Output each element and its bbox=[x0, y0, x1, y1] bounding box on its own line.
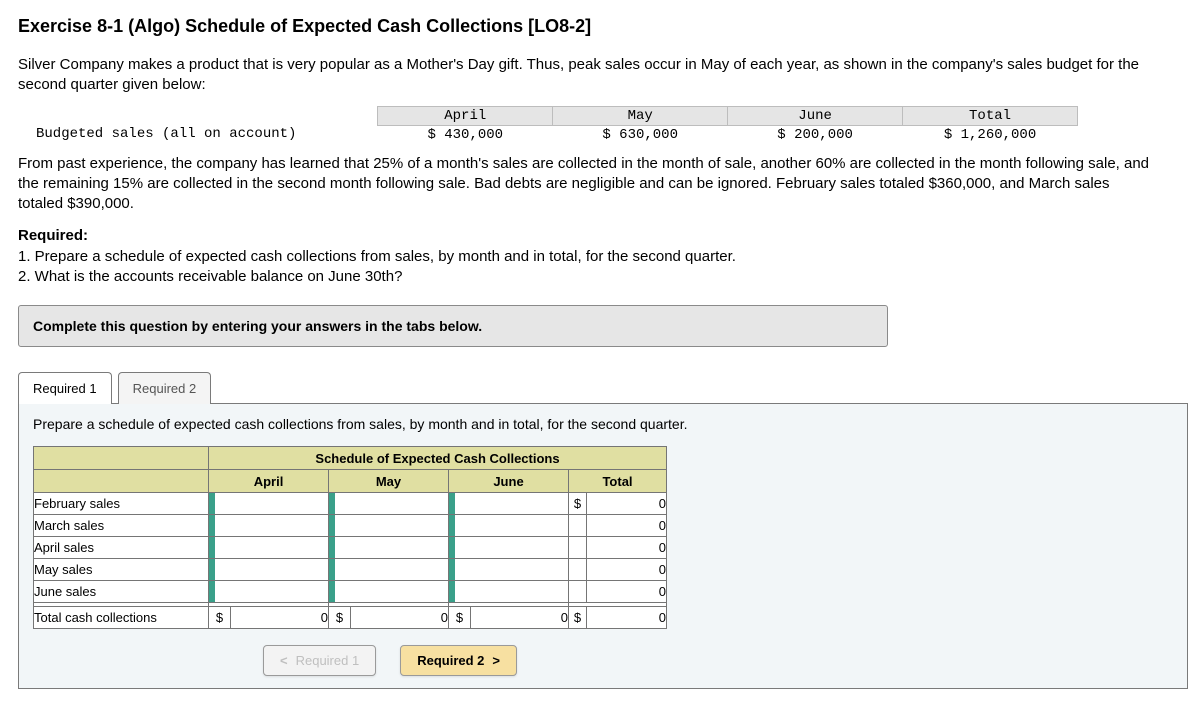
required-header: Required: bbox=[18, 226, 1182, 246]
tot-total-val: 0 bbox=[587, 607, 667, 629]
prev-button[interactable]: < Required 1 bbox=[263, 645, 376, 676]
budget-col-may: May bbox=[553, 106, 728, 125]
mar-total-cur bbox=[569, 515, 587, 537]
chevron-left-icon: < bbox=[280, 653, 288, 668]
mar-total-val: 0 bbox=[587, 515, 667, 537]
schedule-title: Schedule of Expected Cash Collections bbox=[209, 447, 667, 470]
input-feb-may[interactable] bbox=[329, 493, 449, 515]
required-item-2: 2. What is the accounts receivable balan… bbox=[18, 267, 1182, 287]
input-mar-may[interactable] bbox=[329, 515, 449, 537]
table-row: June sales 0 bbox=[34, 581, 667, 603]
schedule-col-total: Total bbox=[569, 470, 667, 493]
tab-content: Prepare a schedule of expected cash coll… bbox=[18, 403, 1188, 689]
tot-april-cur: $ bbox=[209, 607, 231, 629]
jun-total-cur bbox=[569, 581, 587, 603]
required-block: Required: 1. Prepare a schedule of expec… bbox=[18, 226, 1182, 287]
tab-required-2[interactable]: Required 2 bbox=[118, 372, 212, 404]
nav-buttons: < Required 1 Required 2 > bbox=[263, 645, 1173, 676]
budget-val-june: $ 200,000 bbox=[728, 125, 903, 144]
tab-required-1[interactable]: Required 1 bbox=[18, 372, 112, 404]
input-apr-may[interactable] bbox=[329, 537, 449, 559]
input-mar-june[interactable] bbox=[449, 515, 569, 537]
budget-col-april: April bbox=[378, 106, 553, 125]
budget-val-april: $ 430,000 bbox=[378, 125, 553, 144]
tot-may-cur: $ bbox=[329, 607, 351, 629]
table-row: February sales $ 0 bbox=[34, 493, 667, 515]
feb-total-cur: $ bbox=[569, 493, 587, 515]
chevron-right-icon: > bbox=[492, 653, 500, 668]
schedule-col-april: April bbox=[209, 470, 329, 493]
budget-row-label: Budgeted sales (all on account) bbox=[18, 125, 378, 144]
input-feb-april[interactable] bbox=[209, 493, 329, 515]
total-row: Total cash collections $ 0 $ 0 $ 0 $ 0 bbox=[34, 607, 667, 629]
table-row: April sales 0 bbox=[34, 537, 667, 559]
input-jun-june[interactable] bbox=[449, 581, 569, 603]
row-label-feb: February sales bbox=[34, 493, 209, 515]
tot-total-cur: $ bbox=[569, 607, 587, 629]
intro-paragraph: Silver Company makes a product that is v… bbox=[18, 55, 1158, 96]
next-button-label: Required 2 bbox=[417, 653, 484, 668]
input-apr-april[interactable] bbox=[209, 537, 329, 559]
tot-may-val: 0 bbox=[351, 607, 449, 629]
may-total-val: 0 bbox=[587, 559, 667, 581]
input-may-june[interactable] bbox=[449, 559, 569, 581]
input-may-april[interactable] bbox=[209, 559, 329, 581]
tab-bar: Required 1 Required 2 bbox=[18, 371, 1188, 403]
apr-total-cur bbox=[569, 537, 587, 559]
jun-total-val: 0 bbox=[587, 581, 667, 603]
row-label-apr: April sales bbox=[34, 537, 209, 559]
table-row: March sales 0 bbox=[34, 515, 667, 537]
tot-june-val: 0 bbox=[471, 607, 569, 629]
next-button[interactable]: Required 2 > bbox=[400, 645, 517, 676]
prev-button-label: Required 1 bbox=[296, 653, 360, 668]
row-label-jun: June sales bbox=[34, 581, 209, 603]
table-row: May sales 0 bbox=[34, 559, 667, 581]
input-mar-april[interactable] bbox=[209, 515, 329, 537]
tot-june-cur: $ bbox=[449, 607, 471, 629]
row-label-mar: March sales bbox=[34, 515, 209, 537]
input-may-may[interactable] bbox=[329, 559, 449, 581]
budget-val-may: $ 630,000 bbox=[553, 125, 728, 144]
budget-col-total: Total bbox=[903, 106, 1078, 125]
input-jun-april[interactable] bbox=[209, 581, 329, 603]
row-label-may: May sales bbox=[34, 559, 209, 581]
schedule-col-june: June bbox=[449, 470, 569, 493]
schedule-blank-corner bbox=[34, 447, 209, 470]
required-item-1: 1. Prepare a schedule of expected cash c… bbox=[18, 247, 1182, 267]
exercise-title: Exercise 8-1 (Algo) Schedule of Expected… bbox=[18, 16, 1182, 37]
budget-table: April May June Total Budgeted sales (all… bbox=[18, 106, 1078, 144]
input-apr-june[interactable] bbox=[449, 537, 569, 559]
schedule-col-may: May bbox=[329, 470, 449, 493]
explanation-paragraph: From past experience, the company has le… bbox=[18, 154, 1158, 215]
may-total-cur bbox=[569, 559, 587, 581]
budget-val-total: $ 1,260,000 bbox=[903, 125, 1078, 144]
budget-table-wrap: April May June Total Budgeted sales (all… bbox=[18, 106, 1182, 144]
schedule-table: Schedule of Expected Cash Collections Ap… bbox=[33, 446, 667, 629]
feb-total-val: 0 bbox=[587, 493, 667, 515]
apr-total-val: 0 bbox=[587, 537, 667, 559]
tot-april-val: 0 bbox=[231, 607, 329, 629]
instruction-banner: Complete this question by entering your … bbox=[18, 305, 888, 347]
row-label-total: Total cash collections bbox=[34, 607, 209, 629]
budget-col-june: June bbox=[728, 106, 903, 125]
schedule-blank-h bbox=[34, 470, 209, 493]
tab-instruction: Prepare a schedule of expected cash coll… bbox=[33, 416, 1173, 432]
input-feb-june[interactable] bbox=[449, 493, 569, 515]
input-jun-may[interactable] bbox=[329, 581, 449, 603]
budget-blank-header bbox=[18, 106, 378, 125]
